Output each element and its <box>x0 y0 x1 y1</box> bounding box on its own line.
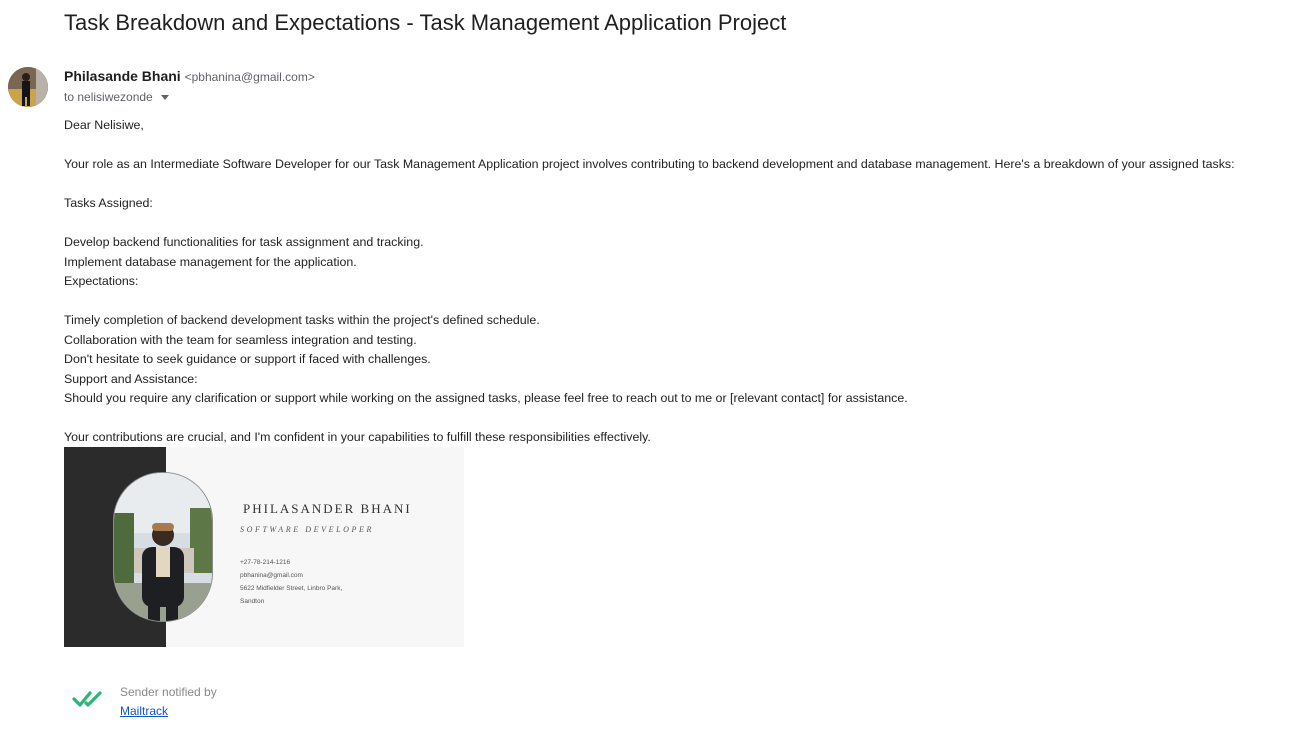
avatar-image <box>8 67 48 107</box>
signature-contact: +27-78-214-1216 pbhanina@gmail.com 5622 … <box>240 556 342 608</box>
signature-email: pbhanina@gmail.com <box>240 572 303 579</box>
email-body-line: Implement database management for the ap… <box>64 254 357 269</box>
signature-portrait-image <box>114 473 212 621</box>
email-body-line: Your role as an Intermediate Software De… <box>64 157 1235 171</box>
email-body: Dear Nelisiwe, Your role as an Intermedia… <box>64 116 1235 448</box>
email-body-line: Tasks Assigned: <box>64 196 153 210</box>
sender-avatar[interactable] <box>8 67 48 107</box>
sender-name[interactable]: Philasande Bhani <box>64 68 181 84</box>
recipient-line: to nelisiwezonde <box>64 90 169 104</box>
email-signature-card: PHILASANDER BHANI SOFTWARE DEVELOPER +27… <box>64 447 464 647</box>
signature-phone: +27-78-214-1216 <box>240 559 291 566</box>
double-check-icon <box>72 691 102 707</box>
sender-line: Philasande Bhani <pbhanina@gmail.com> <box>64 68 315 84</box>
mailtrack-link[interactable]: Mailtrack <box>120 704 168 718</box>
email-body-line: Develop backend functionalities for task… <box>64 235 424 249</box>
signature-title: SOFTWARE DEVELOPER <box>240 525 375 534</box>
email-subject: Task Breakdown and Expectations - Task M… <box>64 10 787 35</box>
mailtrack-notice-text: Sender notified by <box>120 685 217 699</box>
signature-photo <box>113 472 213 622</box>
email-body-line: Timely completion of backend development… <box>64 313 540 327</box>
email-body-line: Should you require any clarification or … <box>64 391 908 405</box>
signature-address-line2: Sandton <box>240 598 265 605</box>
email-body-line: Support and Assistance: <box>64 371 198 386</box>
signature-address-line1: 5622 Midfielder Street, Linbro Park, <box>240 585 343 592</box>
recipient-details-dropdown-icon[interactable] <box>160 94 169 100</box>
recipient-label: to nelisiwezonde <box>64 90 153 104</box>
email-body-line: Dear Nelisiwe, <box>64 118 144 132</box>
signature-name: PHILASANDER BHANI <box>243 501 412 516</box>
email-body-line: Expectations: <box>64 274 139 288</box>
mailtrack-notice: Sender notified by Mailtrack <box>72 683 217 721</box>
email-body-line: Your contributions are crucial, and I'm … <box>64 430 651 444</box>
email-body-line: Don't hesitate to seek guidance or suppo… <box>64 352 431 366</box>
sender-email: <pbhanina@gmail.com> <box>184 70 315 84</box>
email-body-line: Collaboration with the team for seamless… <box>64 332 417 347</box>
